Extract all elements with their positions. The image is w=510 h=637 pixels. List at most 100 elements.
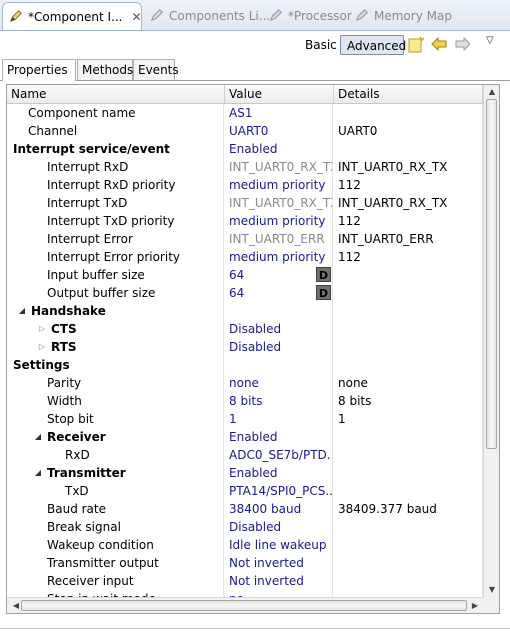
property-row[interactable]: Interrupt Error priority medium priority 1… — [7, 248, 483, 266]
property-row[interactable]: RxD ADC0_SE7b/PTD... — [7, 446, 483, 464]
property-row[interactable]: ◢ Interrupt service/event Enabled — [7, 140, 483, 158]
property-value-cell[interactable]: Disabled — [224, 338, 333, 356]
scroll-up-arrow-icon[interactable]: ▲ — [484, 87, 499, 96]
editor-tab-component-inspector[interactable]: *Component I... ✕ — [2, 2, 142, 30]
property-value-cell[interactable]: none — [224, 374, 333, 392]
property-row[interactable]: ◢ Transmitter Enabled — [7, 464, 483, 482]
property-value-cell[interactable]: medium priority — [224, 248, 333, 266]
property-row[interactable]: Channel UART0 UART0 — [7, 122, 483, 140]
view-menu-chevron-icon[interactable]: ▽ — [486, 35, 494, 46]
property-name: Interrupt service/event — [13, 142, 170, 156]
property-row[interactable]: Interrupt TxD priority medium priority 112 — [7, 212, 483, 230]
property-details-cell — [333, 338, 483, 356]
tab-events[interactable]: Events — [133, 59, 179, 80]
property-details: 112 — [338, 250, 361, 264]
property-value-cell[interactable]: Enabled — [224, 140, 333, 158]
property-name-cell: ◢ Handshake — [7, 302, 224, 320]
property-row[interactable]: Input buffer size 64 D — [7, 266, 483, 284]
property-row[interactable]: TxD PTA14/SPI0_PCS... — [7, 482, 483, 500]
collapse-triangle-icon[interactable]: ▷ — [37, 320, 47, 338]
scroll-right-arrow-icon[interactable]: ▶ — [467, 601, 483, 610]
expand-triangle-icon[interactable]: ◢ — [33, 428, 43, 446]
property-value-cell[interactable]: 64 D — [224, 284, 333, 302]
property-value-cell[interactable]: Enabled — [224, 464, 333, 482]
property-value-cell[interactable]: 1 — [224, 410, 333, 428]
property-value-cell[interactable]: INT_UART0_RX_TX — [224, 194, 333, 212]
back-arrow-icon[interactable] — [431, 36, 447, 54]
derivative-d-button[interactable]: D — [316, 267, 331, 282]
property-row[interactable]: Transmitter output Not inverted — [7, 554, 483, 572]
property-value-cell[interactable] — [224, 356, 333, 374]
vertical-scroll-thumb[interactable] — [486, 99, 497, 449]
forward-arrow-icon[interactable] — [455, 36, 471, 54]
property-row[interactable]: ▷ RTS Disabled — [7, 338, 483, 356]
property-value-cell[interactable]: INT_UART0_RX_TX — [224, 158, 333, 176]
property-value-cell[interactable]: medium priority — [224, 176, 333, 194]
property-value-cell[interactable]: Enabled — [224, 428, 333, 446]
property-row[interactable]: ▷ CTS Disabled — [7, 320, 483, 338]
editor-tab-components-library[interactable]: Components Li... — [144, 3, 270, 29]
property-row[interactable]: Component name AS1 — [7, 104, 483, 122]
property-row[interactable]: Break signal Disabled — [7, 518, 483, 536]
column-header-value[interactable]: Value — [225, 85, 334, 103]
property-details: 112 — [338, 178, 361, 192]
property-value-cell[interactable]: Disabled — [224, 320, 333, 338]
property-row[interactable]: Baud rate 38400 baud 38409.377 baud — [7, 500, 483, 518]
tab-methods[interactable]: Methods — [77, 59, 133, 80]
property-value: ADC0_SE7b/PTD... — [229, 448, 333, 462]
scroll-down-arrow-icon[interactable]: ▼ — [484, 585, 499, 594]
advanced-mode-button[interactable]: Advanced — [340, 35, 406, 55]
property-value-cell[interactable]: Not inverted — [224, 572, 333, 590]
property-row[interactable]: ◢ Receiver Enabled — [7, 428, 483, 446]
editor-tab-memory-map[interactable]: Memory Map — [349, 3, 452, 29]
property-value-cell[interactable]: 38400 baud — [224, 500, 333, 518]
editor-tab-label: *Processor — [288, 9, 352, 23]
property-value-cell[interactable]: 8 bits — [224, 392, 333, 410]
property-details-cell — [333, 284, 483, 302]
property-value-cell[interactable]: ADC0_SE7b/PTD... — [224, 446, 333, 464]
expand-triangle-icon[interactable]: ◢ — [17, 302, 27, 320]
vertical-scrollbar[interactable]: ▲ ▼ — [483, 85, 499, 597]
property-value-cell[interactable]: Not inverted — [224, 554, 333, 572]
property-value-cell[interactable]: medium priority — [224, 212, 333, 230]
basic-mode-button[interactable]: Basic — [299, 35, 343, 55]
close-icon[interactable]: ✕ — [131, 10, 141, 24]
property-name-cell: Break signal — [7, 518, 224, 536]
horizontal-scrollbar[interactable]: ◀ ▶ — [7, 597, 483, 613]
property-row[interactable]: Stop bit 1 1 — [7, 410, 483, 428]
expand-triangle-icon[interactable]: ◢ — [7, 140, 9, 158]
property-row[interactable]: Wakeup condition Idle line wakeup — [7, 536, 483, 554]
property-row[interactable]: Parity none none — [7, 374, 483, 392]
property-row[interactable]: Interrupt Error INT_UART0_ERR INT_UART0_ER… — [7, 230, 483, 248]
property-row[interactable]: Receiver input Not inverted — [7, 572, 483, 590]
expand-triangle-icon[interactable]: ◢ — [33, 464, 43, 482]
property-row[interactable]: Interrupt RxD priority medium priority 112 — [7, 176, 483, 194]
horizontal-scroll-thumb[interactable] — [21, 600, 467, 611]
property-value-cell[interactable]: Disabled — [224, 518, 333, 536]
column-header-details[interactable]: Details — [334, 85, 483, 103]
property-row[interactable]: ◢ Settings — [7, 356, 483, 374]
property-details-cell: 112 — [333, 212, 483, 230]
property-row[interactable]: Interrupt TxD INT_UART0_RX_TX INT_UART0_RX… — [7, 194, 483, 212]
property-value-cell[interactable]: INT_UART0_ERR — [224, 230, 333, 248]
property-value-cell[interactable]: Idle line wakeup — [224, 536, 333, 554]
property-row[interactable]: ◢ Handshake — [7, 302, 483, 320]
derivative-d-button[interactable]: D — [316, 285, 331, 300]
property-value-cell[interactable] — [224, 302, 333, 320]
expand-triangle-icon[interactable]: ◢ — [7, 356, 9, 374]
property-value: 38400 baud — [229, 502, 302, 516]
new-note-icon[interactable] — [407, 36, 425, 57]
property-value-cell[interactable]: 64 D — [224, 266, 333, 284]
editor-tab-processor[interactable]: *Processor — [263, 3, 352, 29]
property-name-cell: Component name — [7, 104, 224, 122]
column-header-name[interactable]: Name — [7, 85, 225, 103]
property-value-cell[interactable]: PTA14/SPI0_PCS... — [224, 482, 333, 500]
property-value-cell[interactable]: UART0 — [224, 122, 333, 140]
tab-properties[interactable]: Properties — [2, 59, 76, 81]
property-row[interactable]: Output buffer size 64 D — [7, 284, 483, 302]
property-row[interactable]: Width 8 bits 8 bits — [7, 392, 483, 410]
collapse-triangle-icon[interactable]: ▷ — [37, 338, 47, 356]
property-row[interactable]: Interrupt RxD INT_UART0_RX_TX INT_UART0_RX… — [7, 158, 483, 176]
property-details-cell — [333, 446, 483, 464]
property-value-cell[interactable]: AS1 — [224, 104, 333, 122]
